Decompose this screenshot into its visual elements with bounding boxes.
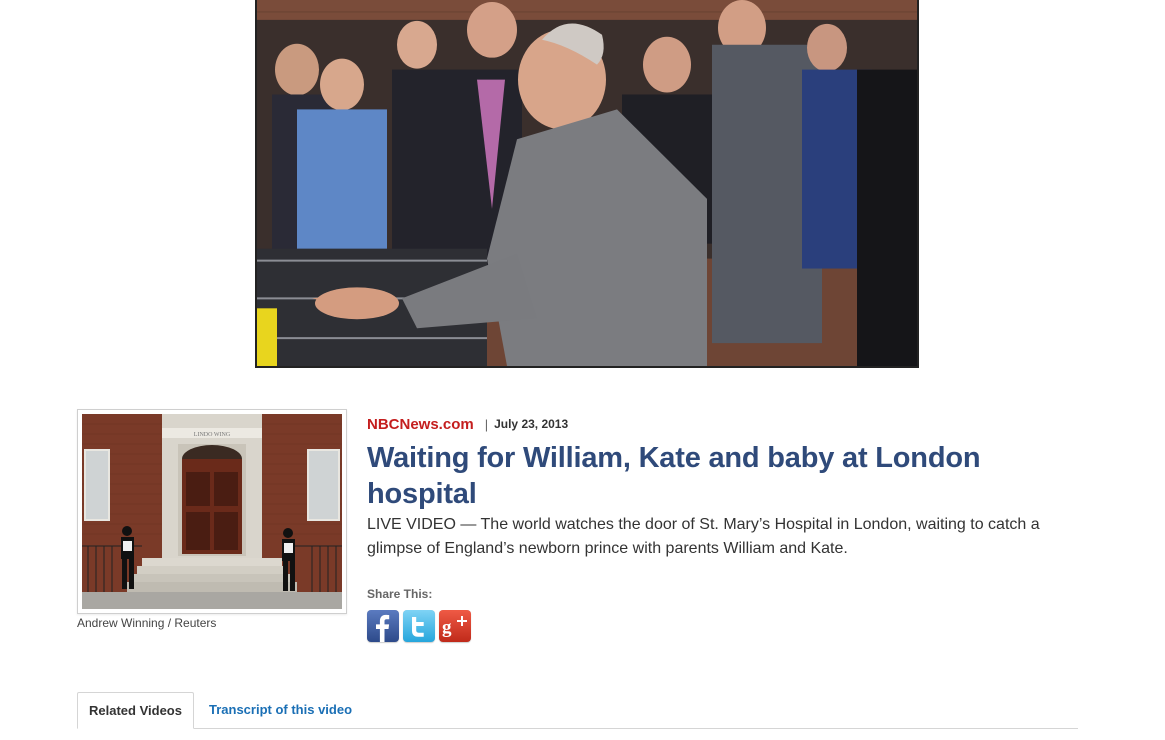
tab-transcript[interactable]: Transcript of this video: [209, 692, 352, 729]
twitter-icon: [403, 610, 435, 642]
source-link[interactable]: NBCNews.com: [367, 416, 474, 433]
share-buttons: g: [367, 610, 471, 642]
svg-text:g: g: [442, 617, 452, 638]
lindo-wing-sign: LINDO WING: [194, 432, 231, 438]
publish-date: July 23, 2013: [494, 417, 569, 431]
facebook-icon: [367, 610, 399, 642]
video-tabs: Related Videos Transcript of this video: [77, 692, 1078, 729]
story-summary: LIVE VIDEO — The world watches the door …: [367, 516, 1040, 557]
hospital-door-image: LINDO WING: [82, 414, 342, 609]
video-frame-image: [257, 0, 917, 366]
photo-credit: Andrew Winning / Reuters: [77, 616, 217, 630]
story-meta: NBCNews.com | July 23, 2013: [367, 414, 568, 434]
google-plus-icon: g: [439, 610, 471, 642]
meta-separator: |: [484, 416, 489, 432]
story-thumbnail[interactable]: LINDO WING: [77, 409, 347, 614]
share-label: Share This:: [367, 587, 433, 601]
google-plus-share-button[interactable]: g: [439, 610, 471, 642]
facebook-share-button[interactable]: [367, 610, 399, 642]
tab-related-videos[interactable]: Related Videos: [77, 692, 194, 729]
story-headline: Waiting for William, Kate and baby at Lo…: [367, 442, 981, 510]
video-player[interactable]: [255, 0, 919, 368]
twitter-share-button[interactable]: [403, 610, 435, 642]
